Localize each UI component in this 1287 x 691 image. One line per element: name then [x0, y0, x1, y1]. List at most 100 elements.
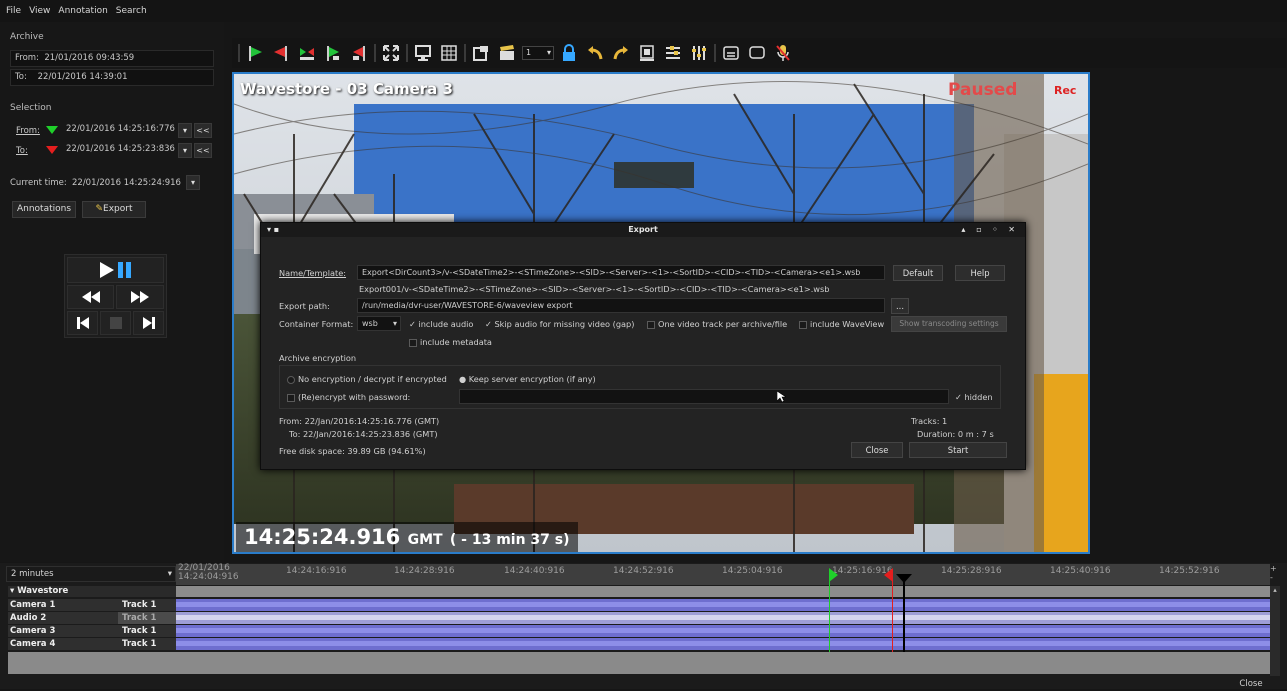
timeline-ruler[interactable]: 22/01/2016 14:24:04:916 14:24:16:916 14:… — [176, 564, 1270, 585]
track-label[interactable]: Track 1 — [118, 599, 176, 611]
selection-to-field[interactable]: 22/01/2016 14:25:23:836 — [62, 142, 180, 159]
rewind-button[interactable] — [67, 285, 114, 309]
skip-audio-checkbox[interactable]: ✓ Skip audio for missing video (gap) — [485, 319, 634, 329]
lock-button[interactable] — [556, 41, 582, 65]
menu-annotation[interactable]: Annotation — [58, 6, 107, 16]
equalizer-button[interactable] — [686, 41, 712, 65]
help-button[interactable]: Help — [955, 265, 1005, 281]
selection-from-dropdown[interactable]: ▾ — [178, 123, 192, 138]
goto-end-marker-button[interactable] — [346, 41, 372, 65]
snapshot-button[interactable] — [468, 41, 494, 65]
name-template-input[interactable]: Export<DirCount3>/v-<SDateTime2>-<STimeZ… — [357, 265, 885, 280]
name-preview: Export001/v-<SDateTime2>-<STimeZone>-<SI… — [359, 284, 830, 294]
set-start-marker-button[interactable] — [242, 41, 268, 65]
snapshot-icon — [473, 46, 488, 61]
browse-button[interactable]: ... — [891, 298, 909, 314]
track-label[interactable]: Track 1 — [118, 612, 176, 624]
include-audio-checkbox[interactable]: ✓ include audio — [409, 319, 473, 329]
transcoding-settings-button[interactable]: Show transcoding settings — [891, 316, 1007, 332]
name-template-label: Name/Template: — [279, 268, 347, 278]
grid-icon — [441, 45, 457, 61]
zoom-fit-icon — [640, 45, 654, 61]
playhead-icon[interactable] — [896, 574, 912, 583]
include-metadata-checkbox[interactable]: include metadata — [409, 337, 492, 347]
reencrypt-checkbox[interactable]: (Re)encrypt with password: — [287, 392, 410, 402]
export-button[interactable]: ✎Export — [82, 201, 146, 218]
set-end-marker-button[interactable] — [268, 41, 294, 65]
row-label-camera-4[interactable]: Camera 4 — [8, 638, 118, 650]
dialog-close-button[interactable]: Close — [851, 442, 903, 458]
include-waveview-checkbox[interactable]: include WaveView — [799, 319, 884, 329]
archive-from-field: From: 21/01/2016 09:43:59 — [10, 50, 214, 67]
window-controls[interactable]: ▴ ▫ ◦ ✕ — [961, 223, 1019, 237]
timeline-zoom-select[interactable]: 2 minutes ▾ — [6, 566, 176, 582]
microphone-muted-icon — [776, 45, 790, 61]
selection-to-rewind-button[interactable]: << — [194, 143, 212, 158]
subtitle-icon — [723, 46, 739, 60]
goto-start-marker-button[interactable] — [320, 41, 346, 65]
clip-button[interactable] — [494, 41, 520, 65]
current-time-dropdown[interactable]: ▾ — [186, 175, 200, 190]
subtitle-button[interactable] — [718, 41, 744, 65]
toolbar-separator — [406, 44, 408, 62]
start-export-button[interactable]: Start — [909, 442, 1007, 458]
layout-grid-button[interactable] — [436, 41, 462, 65]
timestamp-value: 14:25:24.916 — [244, 525, 401, 549]
row-label-camera-1[interactable]: Camera 1 — [8, 599, 118, 611]
row-label-camera-3[interactable]: Camera 3 — [8, 625, 118, 637]
tick-label: 14:24:16:916 — [286, 566, 347, 576]
timeline-scrollbar[interactable]: ▴ — [1270, 586, 1280, 676]
menu-file[interactable]: File — [6, 6, 21, 16]
stop-button[interactable] — [100, 311, 131, 335]
selection-to-dropdown[interactable]: ▾ — [178, 143, 192, 158]
no-encryption-radio[interactable]: No encryption / decrypt if encrypted — [287, 374, 447, 384]
archive-heading: Archive — [10, 32, 44, 42]
ruler-zoom-buttons[interactable]: + - — [1270, 564, 1280, 584]
center-markers-button[interactable] — [294, 41, 320, 65]
undo-button[interactable] — [582, 41, 608, 65]
skip-back-button[interactable] — [67, 311, 98, 335]
track-bar-audio-2[interactable] — [176, 612, 1270, 624]
speed-select[interactable]: 1 ▾ — [520, 41, 556, 65]
export-path-input[interactable]: /run/media/dvr-user/WAVESTORE-6/waveview… — [357, 298, 885, 313]
one-video-track-checkbox[interactable]: One video track per archive/file — [647, 319, 787, 329]
password-input[interactable] — [459, 389, 949, 404]
end-marker-flag-icon[interactable] — [884, 568, 893, 582]
keep-encryption-radio[interactable]: ● Keep server encryption (if any) — [459, 374, 596, 384]
export-icon: ✎ — [95, 204, 104, 214]
checkbox-icon — [287, 393, 295, 402]
fast-forward-button[interactable] — [116, 285, 164, 309]
export-dialog: ▾ ▪ Export ▴ ▫ ◦ ✕ Name/Template: Export… — [260, 222, 1026, 470]
menu-search[interactable]: Search — [116, 6, 147, 16]
mute-microphone-button[interactable] — [770, 41, 796, 65]
row-label-audio-2[interactable]: Audio 2 — [8, 612, 118, 624]
selection-from-rewind-button[interactable]: << — [194, 123, 212, 138]
current-time-value[interactable]: 22/01/2016 14:25:24:916 — [72, 178, 181, 188]
play-pause-button[interactable] — [67, 257, 164, 283]
menu-view[interactable]: View — [29, 6, 50, 16]
track-bar-camera-1[interactable] — [176, 599, 1270, 611]
fullscreen-button[interactable] — [378, 41, 404, 65]
monitor-button[interactable] — [410, 41, 436, 65]
speech-bubble-button[interactable] — [744, 41, 770, 65]
container-format-select[interactable]: wsb ▾ — [357, 316, 401, 331]
tick-label: 14:25:04:916 — [722, 566, 783, 576]
zoom-fit-button[interactable] — [634, 41, 660, 65]
track-bar-camera-3[interactable] — [176, 625, 1270, 637]
default-button[interactable]: Default — [893, 265, 943, 281]
checkbox-icon — [799, 320, 807, 329]
video-timestamp: 14:25:24.916 GMT ( - 13 min 37 s) — [236, 522, 578, 552]
window-menu-icon[interactable]: ▾ ▪ — [267, 223, 279, 237]
selection-from-field[interactable]: 22/01/2016 14:25:16:776 — [62, 122, 180, 139]
skip-forward-button[interactable] — [133, 311, 164, 335]
track-bar-camera-4[interactable] — [176, 638, 1270, 650]
track-label[interactable]: Track 1 — [118, 638, 176, 650]
redo-button[interactable] — [608, 41, 634, 65]
toolbar-separator — [238, 44, 240, 62]
timeline-close-button[interactable]: Close — [1228, 679, 1274, 691]
hidden-checkbox[interactable]: ✓ hidden — [955, 392, 993, 402]
annotations-button[interactable]: Annotations — [12, 201, 76, 218]
track-label[interactable]: Track 1 — [118, 625, 176, 637]
timeline-settings-button[interactable] — [660, 41, 686, 65]
start-marker-flag-icon[interactable] — [829, 568, 838, 582]
